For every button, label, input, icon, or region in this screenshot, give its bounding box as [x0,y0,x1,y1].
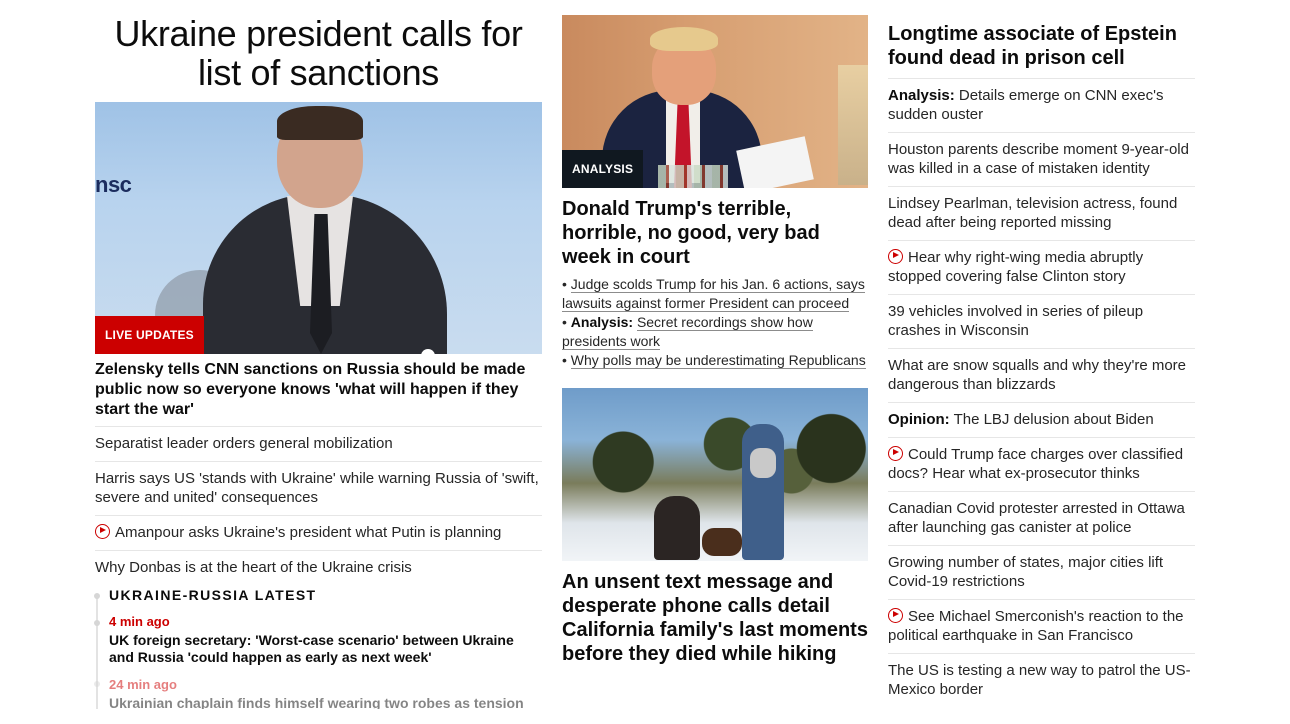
timeline-time: 4 min ago [109,614,170,629]
timeline-dot-icon [94,620,100,626]
zelensky-image[interactable]: nsc LIVE UPDATES [95,102,542,354]
middle-column: ANALYSIS Donald Trump's terrible, horrib… [562,15,868,666]
play-icon [95,524,110,539]
timeline-dot-icon [94,593,100,599]
live-updates-box: UKRAINE-RUSSIA LATEST 4 min ago UK forei… [94,587,542,709]
trump-related-links: • Judge scolds Trump for his Jan. 6 acti… [562,275,868,370]
timeline-item[interactable]: 24 min ago Ukrainian chaplain finds hims… [94,677,542,709]
timeline-line [96,595,98,709]
list-item[interactable]: What are snow squalls and why they're mo… [888,348,1195,402]
list-item[interactable]: Separatist leader orders general mobiliz… [95,426,542,461]
play-icon [888,249,903,264]
msc-logo: nsc [95,172,132,197]
analysis-badge: ANALYSIS [562,150,644,188]
latest-heading: UKRAINE-RUSSIA LATEST [109,587,317,603]
opinion-label: Opinion: [888,411,950,428]
list-item[interactable]: Canadian Covid protester arrested in Ott… [888,491,1195,545]
list-item[interactable]: Opinion: The LBJ delusion about Biden [888,402,1195,437]
list-item[interactable]: Houston parents describe moment 9-year-o… [888,132,1195,186]
list-item[interactable]: Growing number of states, major cities l… [888,545,1195,599]
lead-headline[interactable]: Ukraine president calls for list of sanc… [95,14,542,92]
list-item[interactable]: • Judge scolds Trump for his Jan. 6 acti… [562,275,868,313]
list-item[interactable]: Could Trump face charges over classified… [888,437,1195,491]
timeline-time: 24 min ago [109,677,177,692]
lead-story-link[interactable]: Zelensky tells CNN sanctions on Russia s… [95,360,542,420]
timeline-item[interactable]: 4 min ago UK foreign secretary: 'Worst-c… [94,614,542,666]
analysis-label: Analysis: [888,87,955,104]
list-item[interactable]: Lindsey Pearlman, television actress, fo… [888,186,1195,240]
live-updates-badge: LIVE UPDATES [95,316,204,354]
list-item[interactable]: • Why polls may be underestimating Repub… [562,351,868,370]
timeline-text[interactable]: Ukrainian chaplain finds himself wearing… [109,695,542,709]
list-item[interactable]: The US is testing a new way to patrol th… [888,653,1195,707]
timeline-dot-icon [94,681,100,687]
list-item[interactable]: Analysis: Details emerge on CNN exec's s… [888,78,1195,132]
play-icon [888,446,903,461]
headlines-list: Analysis: Details emerge on CNN exec's s… [888,78,1195,707]
related-links: Separatist leader orders general mobiliz… [95,426,542,585]
family-story-link[interactable]: An unsent text message and desperate pho… [562,570,868,666]
lead-column: Ukraine president calls for list of sanc… [94,14,542,709]
list-item[interactable]: Harris says US 'stands with Ukraine' whi… [95,461,542,515]
trump-story-link[interactable]: Donald Trump's terrible, horrible, no go… [562,197,868,269]
list-item[interactable]: 39 vehicles involved in series of pileup… [888,294,1195,348]
list-item[interactable]: See Michael Smerconish's reaction to the… [888,599,1195,653]
trump-image[interactable]: ANALYSIS [562,15,868,188]
epstein-story-link[interactable]: Longtime associate of Epstein found dead… [888,22,1195,78]
list-item[interactable]: • Analysis: Secret recordings show how p… [562,313,868,351]
list-item[interactable]: Why Donbas is at the heart of the Ukrain… [95,550,542,585]
family-hiking-image[interactable] [562,388,868,561]
right-column: Longtime associate of Epstein found dead… [888,22,1195,707]
timeline-text[interactable]: UK foreign secretary: 'Worst-case scenar… [109,632,542,666]
play-icon [888,608,903,623]
list-item[interactable]: Hear why right-wing media abruptly stopp… [888,240,1195,294]
analysis-label: Analysis: [570,314,634,330]
list-item[interactable]: Amanpour asks Ukraine's president what P… [95,515,542,550]
